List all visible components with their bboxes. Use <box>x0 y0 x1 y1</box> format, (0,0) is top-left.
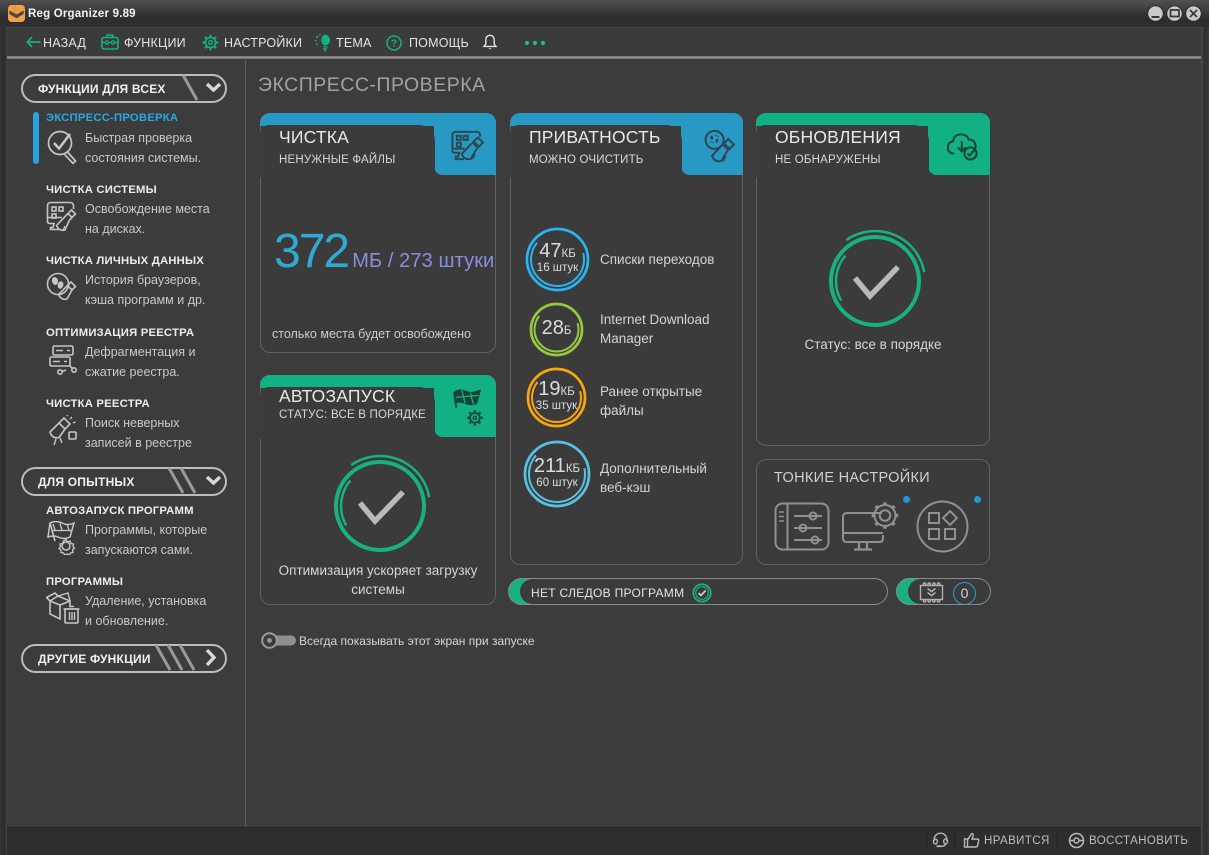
svg-text:?: ? <box>391 38 397 50</box>
